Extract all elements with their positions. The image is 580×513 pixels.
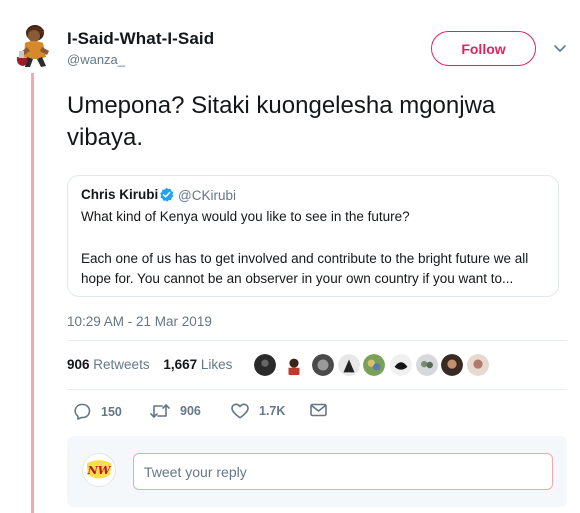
retweet-action[interactable]: 906 bbox=[150, 403, 201, 419]
tweet-stats: 906 Retweets 1,667 Likes bbox=[67, 357, 232, 372]
envelope-icon bbox=[310, 403, 327, 417]
user-avatar[interactable] bbox=[13, 21, 53, 69]
liker-avatar[interactable] bbox=[389, 353, 413, 377]
tweet-text: Umepona? Sitaki kuongelesha mgonjwa viba… bbox=[67, 92, 496, 151]
quoted-text-line1: What kind of Kenya would you like to see… bbox=[81, 209, 410, 224]
quoted-tweet[interactable]: Chris Kirubi @CKirubi What kind of Kenya… bbox=[67, 175, 559, 297]
follow-button[interactable]: Follow bbox=[431, 31, 536, 66]
quoted-author-name[interactable]: Chris Kirubi bbox=[81, 187, 158, 202]
quoted-author-handle[interactable]: @CKirubi bbox=[178, 188, 236, 203]
current-user-avatar[interactable]: NW bbox=[82, 453, 116, 487]
thread-line bbox=[31, 73, 34, 513]
verified-badge-icon bbox=[160, 187, 174, 202]
reply-icon bbox=[74, 403, 91, 420]
direct-message-action[interactable] bbox=[310, 403, 337, 417]
heart-icon bbox=[231, 403, 249, 419]
retweets-count[interactable]: 906 bbox=[67, 357, 90, 372]
retweets-label[interactable]: Retweets bbox=[93, 357, 149, 372]
retweet-count: 906 bbox=[180, 404, 201, 418]
tweet-timestamp[interactable]: 10:29 AM - 21 Mar 2019 bbox=[67, 314, 212, 329]
likes-label[interactable]: Likes bbox=[201, 357, 233, 372]
liker-avatar[interactable] bbox=[466, 353, 490, 377]
author-display-name[interactable]: I-Said-What-I-Said bbox=[67, 29, 214, 49]
liker-avatar[interactable] bbox=[337, 353, 361, 377]
chevron-down-icon[interactable] bbox=[553, 42, 567, 56]
avatar-initials: NW bbox=[87, 463, 112, 477]
divider bbox=[67, 389, 567, 390]
retweet-icon bbox=[150, 404, 170, 418]
reply-input[interactable] bbox=[133, 453, 553, 490]
reply-count: 150 bbox=[101, 404, 122, 419]
liker-avatar[interactable] bbox=[440, 353, 464, 377]
quoted-text-line2: Each one of us has to get involved and c… bbox=[81, 251, 529, 286]
likes-count[interactable]: 1,667 bbox=[163, 357, 197, 372]
liker-avatar[interactable] bbox=[253, 353, 277, 377]
reply-action[interactable]: 150 bbox=[73, 403, 122, 420]
reply-composer: NW bbox=[67, 436, 567, 507]
like-count: 1.7K bbox=[259, 404, 286, 418]
liker-avatar[interactable] bbox=[282, 353, 306, 377]
liker-avatar[interactable] bbox=[415, 353, 439, 377]
liker-avatar[interactable] bbox=[362, 353, 386, 377]
liker-avatar[interactable] bbox=[311, 353, 335, 377]
author-handle[interactable]: @wanza_ bbox=[67, 52, 125, 67]
like-action[interactable]: 1.7K bbox=[231, 403, 285, 419]
divider bbox=[67, 340, 567, 341]
